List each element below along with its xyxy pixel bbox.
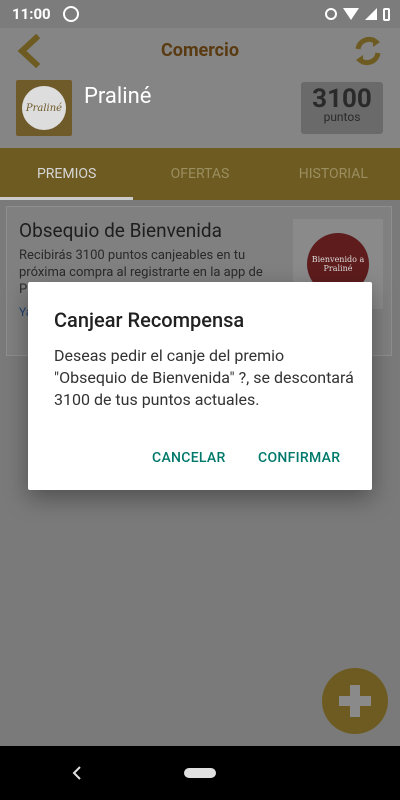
signal-icon bbox=[365, 8, 377, 20]
refresh-icon[interactable] bbox=[350, 33, 386, 69]
merchant-header: Praliné Praliné 3100 puntos bbox=[0, 74, 400, 148]
merchant-logo: Praliné bbox=[16, 80, 72, 136]
tab-ofertas[interactable]: OFERTAS bbox=[133, 148, 266, 200]
app-bar: Comercio bbox=[0, 28, 400, 74]
tab-bar: PREMIOS OFERTAS HISTORIAL bbox=[0, 148, 400, 200]
points-badge: 3100 puntos bbox=[301, 82, 383, 134]
status-time: 11:00 bbox=[12, 5, 51, 23]
system-nav-bar bbox=[0, 746, 400, 800]
page-title: Comercio bbox=[161, 40, 239, 61]
wifi-icon bbox=[343, 8, 359, 20]
dialog-message: Deseas pedir el canje del premio "Obsequ… bbox=[54, 346, 354, 409]
plus-icon bbox=[339, 685, 371, 717]
logo-text: Praliné bbox=[22, 86, 66, 130]
confirm-button[interactable]: CONFIRMAR bbox=[258, 450, 340, 466]
cancel-button[interactable]: CANCELAR bbox=[152, 450, 226, 466]
dialog-title: Canjear Recompensa bbox=[54, 308, 245, 332]
at-icon bbox=[62, 6, 79, 22]
alarm-icon bbox=[325, 8, 337, 20]
reward-title: Obsequio de Bienvenida bbox=[19, 219, 222, 242]
tab-premios[interactable]: PREMIOS bbox=[0, 148, 134, 200]
redeem-dialog: Canjear Recompensa Deseas pedir el canje… bbox=[28, 282, 372, 490]
nav-home-pill[interactable] bbox=[184, 768, 216, 778]
status-icons bbox=[325, 7, 390, 21]
battery-icon bbox=[383, 7, 390, 21]
add-button[interactable] bbox=[322, 668, 388, 734]
status-bar: 11:00 bbox=[0, 0, 400, 28]
merchant-name: Praliné bbox=[84, 84, 152, 109]
nav-back-icon[interactable] bbox=[72, 766, 82, 780]
tab-historial[interactable]: HISTORIAL bbox=[267, 148, 400, 200]
